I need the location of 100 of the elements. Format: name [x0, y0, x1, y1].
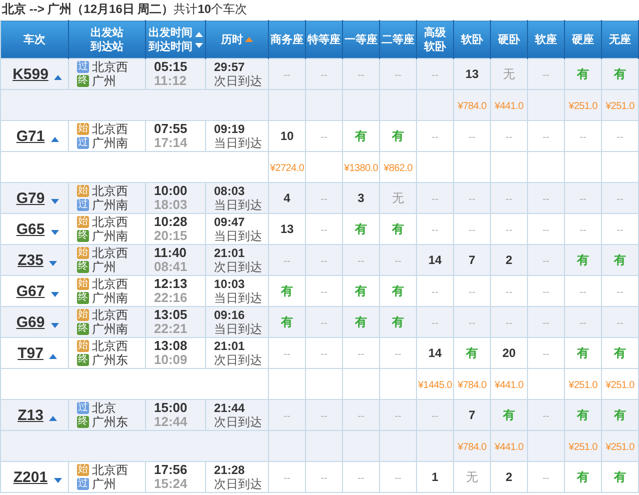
caret-icon[interactable] [49, 260, 58, 266]
ticket-count: 1 [432, 470, 438, 484]
empty-dash: -- [468, 132, 476, 143]
price-text: ¥2724.0 [270, 163, 304, 174]
station-badge: 终 [77, 354, 89, 366]
duration-text: 08:03 [214, 184, 245, 198]
station-badge: 始 [77, 278, 89, 290]
empty-dash: -- [284, 349, 290, 360]
empty-dash: -- [542, 349, 550, 360]
ticket-count: 3 [358, 191, 364, 205]
caret-icon[interactable] [50, 136, 59, 142]
station-badge: 始 [77, 309, 89, 321]
available-text: 有 [392, 222, 404, 236]
arrival-time: 12:44 [154, 415, 188, 429]
arrival-day-text: 当日到达 [214, 136, 262, 150]
empty-dash: -- [320, 225, 328, 236]
price-text: ¥784.0 [458, 380, 486, 391]
duration-text: 21:28 [214, 464, 245, 476]
station-badge: 始 [77, 123, 89, 135]
departure-time: 10:28 [154, 215, 188, 229]
caret-icon[interactable] [50, 322, 59, 328]
empty-dash: -- [432, 194, 438, 205]
caret-icon[interactable] [50, 198, 59, 204]
duration-text: 09:19 [214, 122, 245, 136]
column-header: 硬卧 [498, 32, 520, 46]
caret-icon[interactable] [49, 416, 58, 420]
empty-dash: -- [542, 287, 550, 298]
caret-icon[interactable] [49, 354, 58, 358]
empty-dash: -- [468, 225, 476, 236]
empty-dash: -- [320, 132, 328, 143]
sold-out-text: 无 [503, 67, 515, 81]
duration-text: 09:47 [214, 216, 245, 228]
available-text: 有 [355, 284, 367, 298]
ticket-count: 10 [280, 129, 294, 143]
station-badge: 终 [77, 230, 89, 242]
ticket-count: 14 [428, 253, 442, 267]
empty-dash: -- [468, 287, 476, 298]
empty-dash: -- [394, 473, 402, 484]
caret-icon[interactable] [54, 478, 62, 482]
arrival-time: 22:21 [154, 322, 188, 336]
departure-time: 12:13 [154, 277, 188, 291]
price-text: ¥441.0 [494, 101, 524, 112]
empty-dash: -- [394, 256, 402, 267]
arrival-time: 11:12 [154, 74, 187, 88]
departure-time: 10:00 [154, 184, 188, 198]
column-header[interactable]: 历时 [221, 32, 243, 46]
caret-icon[interactable] [50, 230, 59, 234]
empty-dash: -- [320, 70, 328, 81]
price-text: ¥251.0 [568, 101, 598, 112]
arrival-day-text: 次日到达 [214, 352, 262, 366]
available-text: 有 [503, 408, 515, 422]
duration-text: 10:03 [214, 278, 245, 290]
column-header: 高级 软卧 [424, 26, 446, 54]
price-text: ¥441.0 [494, 380, 524, 391]
departure-time: 11:40 [154, 246, 187, 260]
empty-dash: -- [506, 225, 512, 236]
station-badge: 过 [77, 199, 89, 211]
station-name: 广州南 [92, 198, 128, 212]
station-name: 广州南 [92, 322, 128, 336]
available-text: 有 [281, 315, 293, 329]
station-name: 北京西 [92, 308, 128, 322]
ticket-count: 14 [428, 346, 442, 360]
station-badge: 始 [77, 216, 89, 228]
arrival-time: 08:41 [154, 260, 188, 274]
price-text: ¥862.0 [384, 163, 412, 174]
arrival-time: 17:14 [154, 136, 188, 150]
column-header: 商务座 [270, 32, 304, 46]
ticket-count: 7 [468, 408, 476, 422]
station-badge: 始 [77, 464, 89, 476]
empty-dash: -- [432, 287, 438, 298]
empty-dash: -- [432, 70, 438, 81]
empty-dash: -- [320, 349, 328, 360]
column-header: 软座 [535, 32, 557, 46]
arrival-day-text: 次日到达 [214, 74, 262, 88]
caret-icon[interactable] [50, 292, 59, 296]
station-name: 北京西 [92, 246, 128, 260]
arrival-time: 18:03 [154, 198, 188, 212]
sold-out-text: 无 [466, 470, 478, 484]
empty-dash: -- [320, 473, 328, 484]
sold-out-text: 无 [392, 191, 404, 205]
departure-time: 05:15 [154, 60, 188, 74]
duration-text: 29:57 [214, 60, 245, 74]
station-name: 北京西 [92, 60, 128, 74]
column-header: 软卧 [461, 32, 483, 46]
ticket-count: 13 [465, 67, 479, 81]
caret-icon[interactable] [54, 74, 62, 80]
arrival-time: 20:15 [154, 229, 188, 243]
duration-text: 21:01 [214, 246, 245, 260]
arrival-time: 22:16 [154, 291, 188, 305]
empty-dash: -- [616, 287, 624, 298]
departure-time: 13:08 [154, 339, 188, 353]
available-text: 有 [614, 346, 626, 360]
price-text: ¥784.0 [458, 101, 486, 112]
available-text: 有 [614, 67, 626, 81]
empty-dash: -- [432, 225, 438, 236]
empty-dash: -- [542, 256, 550, 267]
empty-dash: -- [320, 411, 328, 422]
available-text: 有 [577, 470, 589, 484]
empty-dash: -- [284, 411, 290, 422]
empty-dash: -- [284, 473, 290, 484]
